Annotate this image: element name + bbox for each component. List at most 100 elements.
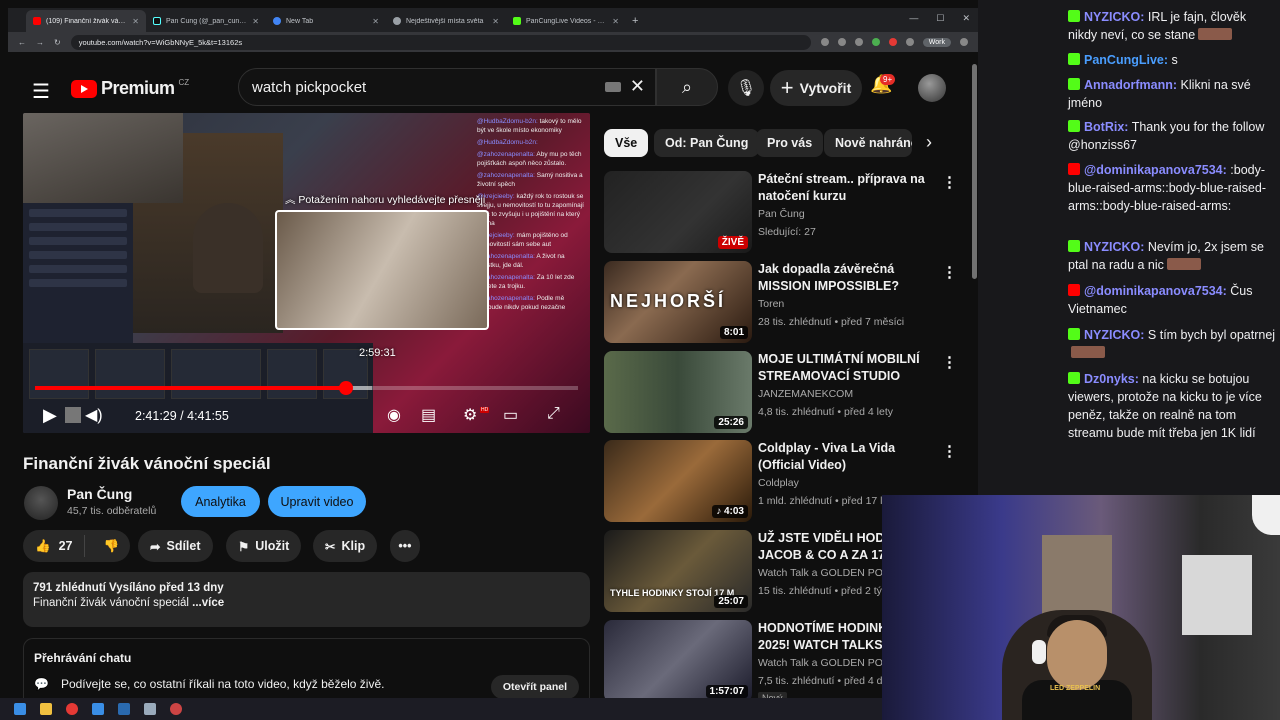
channel-name[interactable]: Toren <box>758 298 938 310</box>
extension-icon[interactable] <box>888 38 897 46</box>
clip-button[interactable]: ✂ Klip <box>313 530 378 562</box>
puzzle-icon[interactable] <box>905 38 914 46</box>
new-tab-button[interactable]: + <box>626 10 644 32</box>
fullscreen-icon[interactable]: ⤢ <box>547 405 560 423</box>
channel-avatar[interactable] <box>24 486 58 520</box>
tab-places[interactable]: Nejdeštivější místa světa ✕ <box>386 10 506 32</box>
tab-new[interactable]: New Tab ✕ <box>266 10 386 32</box>
chat-username[interactable]: NYZICKO: <box>1084 328 1144 342</box>
app-icon[interactable] <box>118 703 130 715</box>
close-icon[interactable]: ✕ <box>252 17 259 26</box>
keyboard-icon[interactable] <box>605 82 621 92</box>
profile-badge[interactable]: Work <box>922 37 951 47</box>
close-icon[interactable]: ✕ <box>612 17 619 26</box>
chat-username[interactable]: PanCungLive: <box>1084 53 1168 67</box>
share-icon[interactable] <box>837 38 846 46</box>
video-player[interactable]: @HudbaZdomu-b2n: takový to mělo být ve š… <box>23 113 590 433</box>
video-thumbnail[interactable]: ŽIVĚ <box>604 171 752 253</box>
chrome-taskbar-icon[interactable] <box>66 703 78 715</box>
autoplay-toggle-icon[interactable]: ◉ <box>387 405 401 425</box>
subtitles-icon[interactable]: ▤ <box>421 405 436 425</box>
search-button[interactable]: ⌕ <box>656 68 718 106</box>
close-icon[interactable]: ✕ <box>372 17 379 26</box>
youtube-premium-logo[interactable]: Premium CZ <box>71 78 189 99</box>
chat-username[interactable]: @dominikapanova7534: <box>1084 163 1227 177</box>
more-actions-button[interactable]: ••• <box>390 530 420 562</box>
more-vert-icon[interactable]: ⋮ <box>942 442 957 460</box>
recommendation-item[interactable]: ŽIVĚ Páteční stream.. příprava na natočen… <box>604 171 969 255</box>
more-link[interactable]: ...více <box>192 597 224 609</box>
zoom-icon[interactable] <box>820 38 829 46</box>
channel-name[interactable]: Pan Čung <box>67 486 132 502</box>
video-thumbnail[interactable]: NEJHORŠÍ 8:01 <box>604 261 752 343</box>
steam-icon[interactable] <box>144 703 156 715</box>
next-thumbnail-icon[interactable] <box>65 407 81 423</box>
tab-twitch[interactable]: PanCungLive Videos - Wat ✕ <box>506 10 626 32</box>
description-box[interactable]: 791 zhlédnutí Vysíláno před 13 dny Finan… <box>23 572 590 627</box>
star-icon[interactable] <box>854 38 863 46</box>
hamburger-menu-icon[interactable]: ☰ <box>32 79 50 104</box>
close-icon[interactable]: ✕ <box>132 17 139 26</box>
file-explorer-icon[interactable] <box>40 703 52 715</box>
menu-dots-icon[interactable] <box>960 38 968 46</box>
scrollbar[interactable] <box>972 64 977 279</box>
channel-name[interactable]: Pan Čung <box>758 208 938 220</box>
volume-icon[interactable]: ◀) <box>85 405 103 425</box>
account-avatar[interactable] <box>918 74 946 102</box>
edit-video-button[interactable]: Upravit video <box>268 486 366 517</box>
more-vert-icon[interactable]: ⋮ <box>942 263 957 281</box>
create-button[interactable]: + Vytvořit <box>770 70 862 106</box>
app-icon[interactable] <box>170 703 182 715</box>
video-thumbnail[interactable]: 1:57:07 <box>604 620 752 698</box>
windows-start-icon[interactable] <box>14 703 26 715</box>
chip-from-channel[interactable]: Od: Pan Čung <box>654 129 760 157</box>
voice-search-button[interactable]: 🎙 <box>728 70 764 106</box>
analytics-button[interactable]: Analytika <box>181 486 260 517</box>
chat-username[interactable]: Dz0nyks: <box>1084 372 1139 386</box>
close-icon[interactable]: ✕ <box>492 17 499 26</box>
chat-username[interactable]: BotRix: <box>1084 120 1128 134</box>
play-icon[interactable]: ▶ <box>43 405 57 426</box>
like-button[interactable]: 👍 27 <box>23 535 86 557</box>
channel-name[interactable]: Coldplay <box>758 477 938 489</box>
extension-icon[interactable] <box>871 38 880 46</box>
chip-all[interactable]: Vše <box>604 129 649 157</box>
video-thumbnail[interactable]: 25:26 <box>604 351 752 433</box>
channel-name[interactable]: JANZEMANEKCOM <box>758 388 938 400</box>
search-input[interactable]: watch pickpocket ✕ <box>238 68 656 106</box>
video-thumbnail[interactable]: ♪ 4:03 <box>604 440 752 522</box>
open-panel-button[interactable]: Otevřít panel <box>490 675 579 698</box>
forward-icon[interactable]: → <box>36 38 44 47</box>
app-icon[interactable] <box>92 703 104 715</box>
tab-youtube[interactable]: (109) Finanční živák vánoční sp ✕ <box>26 10 146 32</box>
chip-for-you[interactable]: Pro vás <box>756 129 824 157</box>
chevron-right-icon[interactable]: › <box>926 132 932 153</box>
chat-username[interactable]: NYZICKO: <box>1084 10 1144 24</box>
theater-mode-icon[interactable]: ▭ <box>503 405 518 425</box>
share-button[interactable]: ➦ Sdílet <box>138 530 213 562</box>
video-thumbnail[interactable]: TYHLE HODINKY STOJÍ 17 M 25:07 <box>604 530 752 612</box>
url-field[interactable]: youtube.com/watch?v=WiGbNNyE_5k&t=13162s <box>70 34 811 50</box>
video-title-link[interactable]: Páteční stream.. příprava na natočení ku… <box>758 171 943 205</box>
dislike-button[interactable]: 👎 <box>91 539 131 554</box>
video-title-link[interactable]: MOJE ULTIMÁTNÍ MOBILNÍ STREAMOVACÍ STUDI… <box>758 351 943 385</box>
settings-gear-icon[interactable]: ⚙ <box>463 405 477 425</box>
clear-search-icon[interactable]: ✕ <box>630 76 645 97</box>
save-button[interactable]: ⚑ Uložit <box>226 530 302 562</box>
chip-newly-uploaded[interactable]: Nově nahráno <box>824 129 912 157</box>
recommendation-item[interactable]: 25:26 MOJE ULTIMÁTNÍ MOBILNÍ STREAMOVACÍ … <box>604 351 969 435</box>
tab-tiktok[interactable]: Pan Čung (@_pan_cung_) vysíl ✕ <box>146 10 266 32</box>
more-vert-icon[interactable]: ⋮ <box>942 173 957 191</box>
video-title-link[interactable]: Coldplay - Viva La Vida (Official Video) <box>758 440 943 474</box>
back-icon[interactable]: ← <box>18 38 26 47</box>
progress-bar[interactable] <box>35 381 578 395</box>
maximize-icon[interactable]: ☐ <box>936 13 944 24</box>
chat-username[interactable]: @dominikapanova7534: <box>1084 284 1227 298</box>
reload-icon[interactable]: ↻ <box>54 38 61 47</box>
video-title-link[interactable]: Jak dopadla závěrečná MISSION IMPOSSIBLE… <box>758 261 943 295</box>
more-vert-icon[interactable]: ⋮ <box>942 353 957 371</box>
minimize-icon[interactable]: — <box>909 13 918 24</box>
close-window-icon[interactable]: ✕ <box>962 13 970 24</box>
chat-username[interactable]: NYZICKO: <box>1084 240 1144 254</box>
chat-username[interactable]: Annadorfmann: <box>1084 78 1177 92</box>
